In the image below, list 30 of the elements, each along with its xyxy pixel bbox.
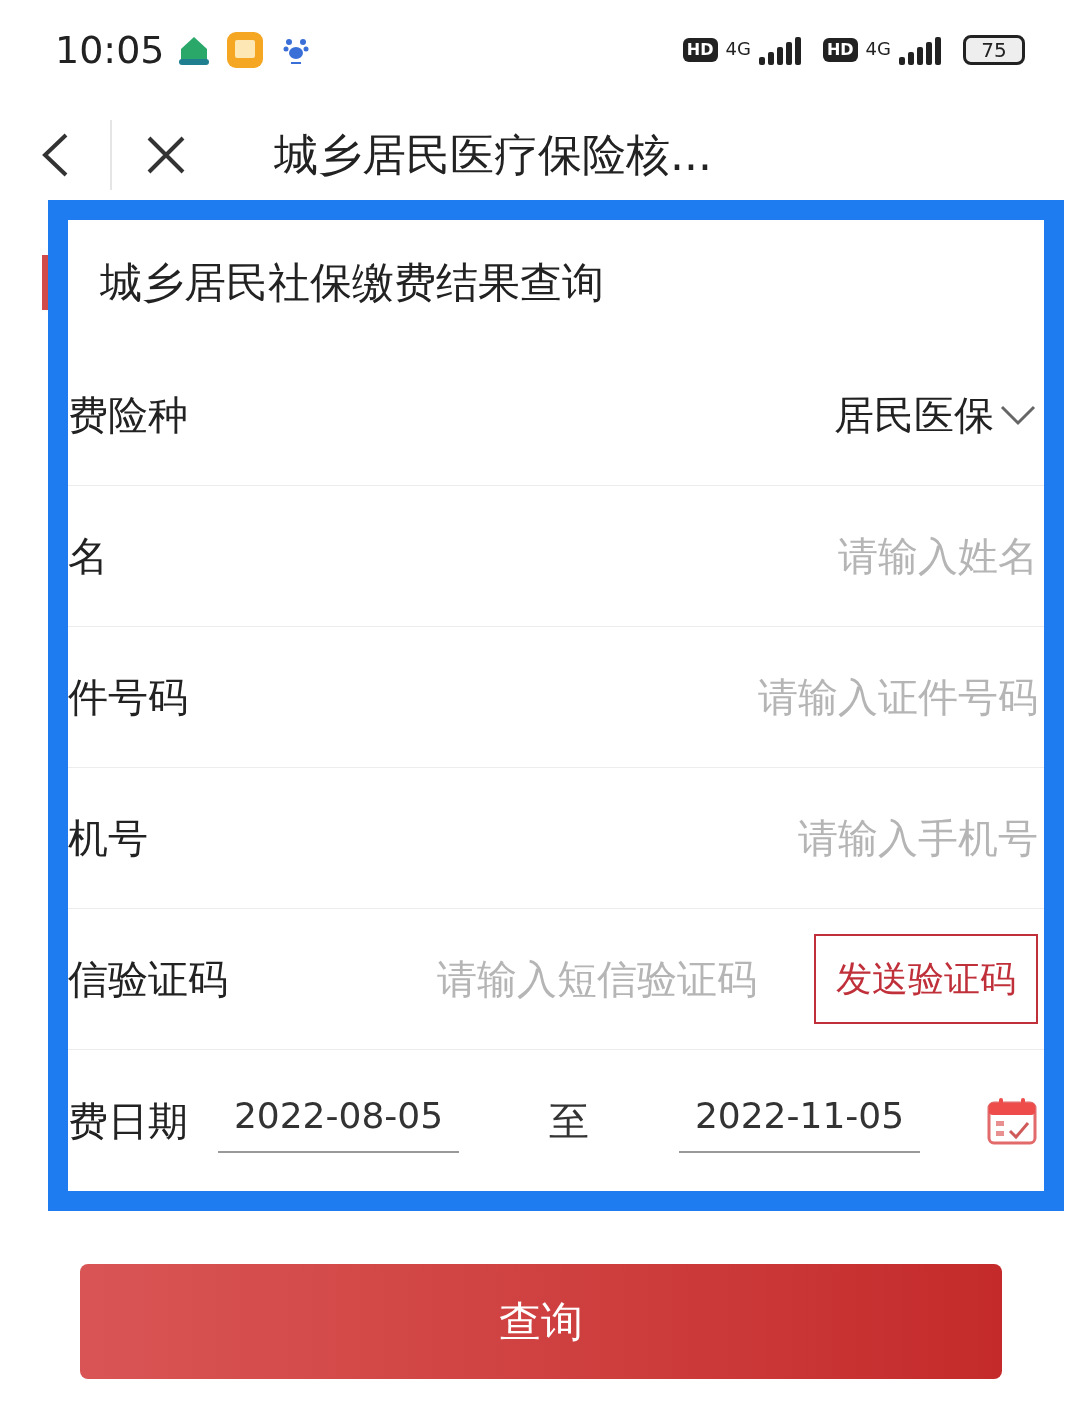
note-icon [226, 32, 263, 68]
field-label: 名 [68, 532, 108, 581]
form-title: 城乡居民社保缴费结果查询 [100, 257, 604, 309]
signal-icon [758, 35, 803, 65]
start-date-field[interactable]: 2022-08-05 [218, 1088, 459, 1153]
field-label: 费日期 [68, 1096, 188, 1146]
range-separator: 至 [549, 1096, 589, 1146]
hd-badge: HD [682, 38, 718, 62]
section-marker [42, 255, 48, 310]
close-icon[interactable] [146, 135, 186, 175]
page-title: 城乡居民医疗保险核... [274, 128, 712, 182]
end-date-field[interactable]: 2022-11-05 [679, 1088, 920, 1153]
field-label: 机号 [68, 814, 148, 863]
field-label: 信验证码 [68, 955, 228, 1004]
network-label: 4G [865, 37, 891, 61]
back-icon[interactable] [40, 132, 70, 178]
sms-code-input[interactable]: 请输入短信验证码 [437, 949, 782, 1009]
field-label: 件号码 [68, 673, 188, 722]
signal-icon [899, 35, 943, 65]
clock: 10:05 [55, 26, 165, 74]
hd-badge: HD [822, 38, 858, 62]
battery-icon: 75 [963, 35, 1025, 65]
text-input[interactable]: 请输入姓名 [478, 526, 1038, 586]
field-label: 费险种 [68, 391, 188, 440]
query-button[interactable]: 查询 [80, 1264, 1002, 1379]
insurance-type-select[interactable]: 居民医保 [834, 385, 1038, 445]
text-input[interactable]: 请输入手机号 [478, 808, 1038, 868]
network-label: 4G [725, 37, 751, 61]
send-code-button[interactable]: 发送验证码 [814, 934, 1038, 1024]
text-input[interactable]: 请输入证件号码 [478, 667, 1038, 727]
